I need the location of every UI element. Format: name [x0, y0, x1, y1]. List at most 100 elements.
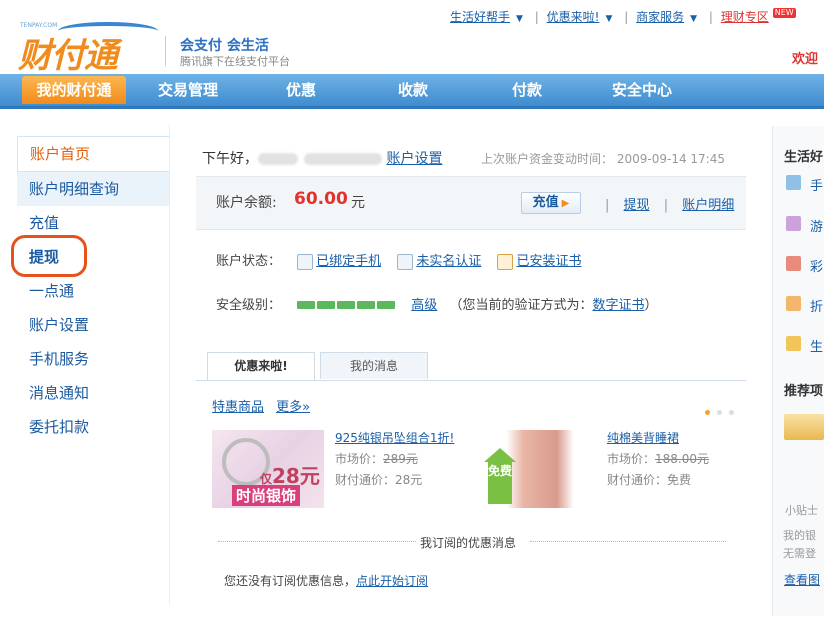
details-link[interactable]: 账户明细: [682, 198, 734, 213]
dotted-rule: [530, 541, 726, 542]
status-phone[interactable]: 已绑定手机: [316, 254, 381, 269]
arrow-right-icon: ▶: [561, 198, 570, 209]
product-title-silver[interactable]: 925纯银吊坠组合1折!: [335, 429, 454, 446]
sidebar-item-notify[interactable]: 消息通知: [17, 376, 169, 410]
divider: |: [534, 10, 539, 24]
right-item-0[interactable]: 手: [810, 175, 823, 194]
verify-method-link[interactable]: 数字证书: [592, 298, 644, 313]
product-title-dress[interactable]: 纯棉美背睡裙: [607, 429, 679, 446]
nav-pay[interactable]: 付款: [486, 74, 568, 106]
recharge-button[interactable]: 充值 ▶: [521, 192, 581, 214]
verify-prefix: （您当前的验证方式为：: [449, 298, 593, 313]
tab-my-messages[interactable]: 我的消息: [320, 352, 428, 379]
game-icon[interactable]: [786, 216, 801, 231]
product-image-dress[interactable]: 免费: [484, 430, 596, 508]
lottery-icon[interactable]: [786, 256, 801, 271]
carousel-dots[interactable]: [705, 404, 741, 418]
id-card-icon: [397, 253, 414, 270]
nav-my-tenpay[interactable]: 我的财付通: [22, 76, 126, 104]
finance-link[interactable]: 理财专区: [721, 10, 769, 24]
security-label: 安全级别：: [216, 298, 282, 313]
more-link[interactable]: 更多»: [276, 400, 310, 415]
balance-label: 账户余额:: [216, 195, 277, 211]
promo-link[interactable]: 优惠来啦!: [547, 10, 600, 24]
page: TENPAY.COM 财付通 会支付 会生活 腾讯旗下在线支付平台 生活好帮手 ▼…: [0, 0, 824, 622]
chevron-down-icon[interactable]: ▼: [605, 14, 612, 24]
sidebar-divider: [169, 125, 170, 605]
status-cert[interactable]: 已安装证书: [516, 254, 581, 269]
specials-link[interactable]: 特惠商品: [212, 400, 264, 415]
tab-underline: [196, 380, 746, 381]
account-settings-link[interactable]: 账户设置: [386, 151, 442, 167]
right-tip-line1: 我的银: [783, 529, 816, 542]
divider: |: [663, 198, 669, 213]
sidebar-item-onepay[interactable]: 一点通: [17, 274, 169, 308]
right-tip-line2: 无需登: [783, 547, 816, 560]
highlight-circle: [11, 235, 87, 277]
header-divider: [165, 36, 166, 66]
right-item-3[interactable]: 折: [810, 296, 823, 315]
sidebar-item-details[interactable]: 账户明细查询: [17, 172, 169, 206]
subscription-text: 您还没有订阅优惠信息，: [224, 574, 357, 588]
welcome-text: 欢迎: [792, 52, 819, 67]
nav-transactions[interactable]: 交易管理: [140, 74, 236, 106]
right-item-1[interactable]: 游: [810, 216, 823, 235]
divider: |: [708, 10, 713, 24]
nav-receive[interactable]: 收款: [372, 74, 454, 106]
main-nav: 我的财付通 交易管理 优惠 收款 付款 安全中心: [0, 74, 824, 106]
top-links: 生活好帮手 ▼ | 优惠来啦! ▼ | 商家服务 ▼ | 理财专区 NEW: [450, 8, 800, 25]
help-link[interactable]: 生活好帮手: [450, 10, 510, 24]
chevron-down-icon[interactable]: ▼: [516, 14, 523, 24]
last-change-time: 2009-09-14 17:45: [616, 152, 725, 166]
balance-value: 60.00: [294, 189, 348, 209]
blurred-account: [304, 153, 382, 165]
subscription-title: 我订阅的优惠消息: [420, 536, 517, 550]
product-market-silver: 市场价：289元: [335, 452, 418, 466]
sidebar: 账户首页 账户明细查询 充值 提现 一点通 账户设置 手机服务 消息通知 委托扣…: [17, 136, 169, 444]
right-more-link[interactable]: 查看图: [784, 571, 820, 588]
product-image-silver[interactable]: 仅28元 时尚银饰: [212, 430, 324, 508]
sidebar-item-auto-debit[interactable]: 委托扣款: [17, 410, 169, 444]
status-label: 账户状态：: [216, 254, 282, 269]
verify-suffix: ）: [644, 298, 658, 313]
last-change: 上次账户资金变动时间： 2009-09-14 17:45: [481, 150, 725, 167]
divider: |: [624, 10, 629, 24]
nav-security[interactable]: 安全中心: [596, 74, 688, 106]
status-realname[interactable]: 未实名认证: [416, 254, 481, 269]
phone-icon: [297, 253, 314, 270]
divider: |: [605, 198, 610, 213]
product-price-dress: 财付通价：免费: [607, 473, 692, 487]
recharge-label: 充值: [532, 195, 559, 210]
blurred-name: [258, 153, 298, 165]
nav-underline: [0, 106, 824, 109]
right-item-4[interactable]: 生: [810, 336, 823, 355]
new-badge: NEW: [772, 8, 796, 18]
sidebar-item-settings[interactable]: 账户设置: [17, 308, 169, 342]
right-item-2[interactable]: 彩: [810, 256, 823, 275]
img-free-tag: 免费: [488, 460, 512, 504]
right-tip-title: 小贴士: [785, 504, 818, 517]
certificate-icon: [497, 253, 514, 270]
security-level-link[interactable]: 高级: [411, 298, 437, 313]
subscribe-link[interactable]: 点此开始订阅: [356, 574, 428, 588]
chevron-down-icon[interactable]: ▼: [690, 14, 697, 24]
subscription-msg: 您还没有订阅优惠信息，点此开始订阅: [224, 572, 428, 589]
security-level: 安全级别： 高级 （您当前的验证方式为：数字证书）: [216, 294, 658, 313]
right-title-recommend: 推荐项: [784, 384, 824, 399]
balance-unit: 元: [351, 195, 365, 211]
product-price-silver: 财付通价：28元: [335, 473, 423, 487]
withdraw-link[interactable]: 提现: [624, 198, 650, 213]
discount-icon[interactable]: [786, 296, 801, 311]
nav-discounts[interactable]: 优惠: [260, 74, 342, 106]
merchant-link[interactable]: 商家服务: [636, 10, 684, 24]
life-service-icon[interactable]: [786, 336, 801, 351]
last-change-label: 上次账户资金变动时间：: [481, 152, 614, 166]
tab-promo[interactable]: 优惠来啦!: [207, 352, 315, 380]
sidebar-item-home[interactable]: 账户首页: [17, 136, 169, 172]
img-tag: 时尚银饰: [232, 485, 301, 506]
bank-card-image[interactable]: [784, 414, 824, 440]
promo-links: 特惠商品 更多»: [212, 396, 310, 415]
phone-recharge-icon[interactable]: [786, 175, 801, 190]
subslogan: 腾讯旗下在线支付平台: [180, 55, 290, 68]
sidebar-item-mobile[interactable]: 手机服务: [17, 342, 169, 376]
